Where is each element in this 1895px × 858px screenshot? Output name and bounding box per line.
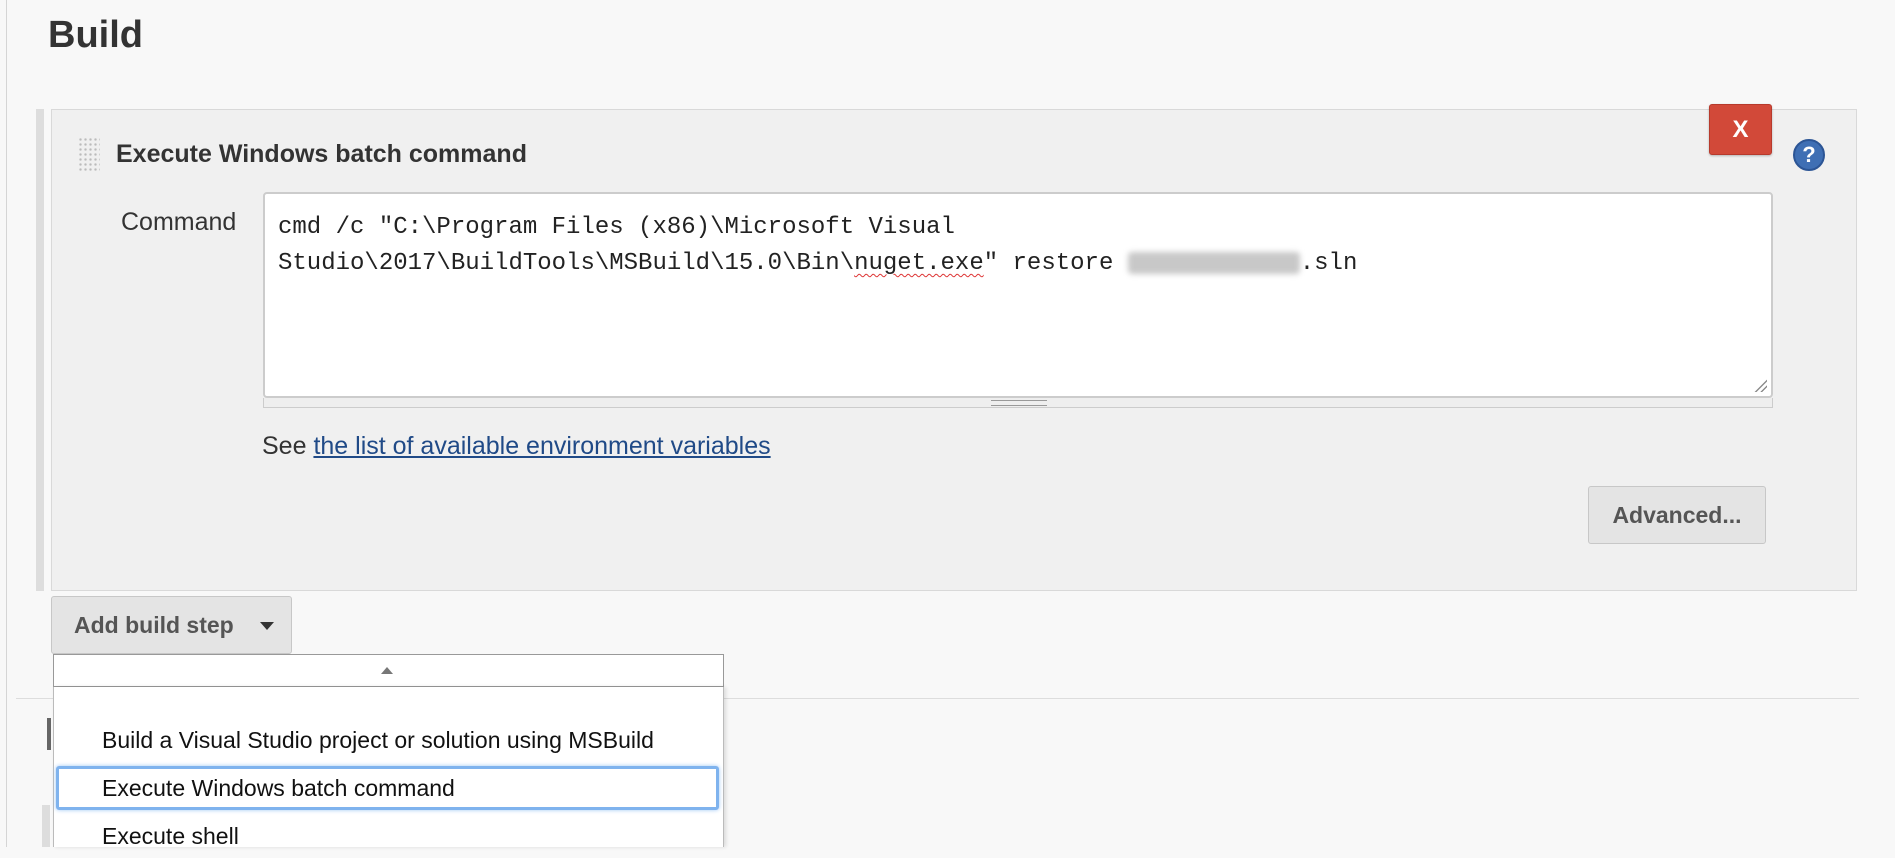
misspelled-word: nuget.exe	[854, 250, 984, 277]
env-vars-prefix: See	[262, 432, 314, 460]
env-vars-link[interactable]: the list of available environment variab…	[313, 432, 770, 460]
dropdown-item-batch-command[interactable]: Execute Windows batch command	[56, 766, 719, 810]
dropdown-item-shell[interactable]: Execute shell	[56, 814, 719, 858]
drag-handle-icon[interactable]	[78, 137, 100, 171]
resize-corner-icon[interactable]	[1753, 378, 1767, 392]
caret-down-icon	[260, 622, 274, 630]
obscured-indent-bar	[42, 805, 50, 847]
obscured-element	[47, 718, 51, 750]
command-textarea[interactable]: cmd /c "C:\Program Files (x86)\Microsoft…	[263, 192, 1773, 398]
scroll-up-arrow-icon	[381, 667, 393, 674]
dropdown-scroll-up[interactable]	[53, 654, 724, 687]
command-text: cmd /c "C:\Program Files (x86)\Microsoft…	[278, 210, 1758, 282]
advanced-button[interactable]: Advanced...	[1588, 486, 1766, 544]
command-line-1: cmd /c "C:\Program Files (x86)\Microsoft…	[278, 214, 955, 241]
section-title: Build	[48, 14, 143, 56]
command-line-2-start: Studio\2017\BuildTools\MSBuild\15.0\Bin\	[278, 250, 855, 277]
env-vars-hint: See the list of available environment va…	[262, 432, 771, 461]
command-line-2-end: .sln	[1299, 250, 1358, 277]
delete-step-button[interactable]: X	[1709, 104, 1772, 155]
dropdown-item-msbuild[interactable]: Build a Visual Studio project or solutio…	[56, 718, 719, 762]
build-step-title: Execute Windows batch command	[116, 140, 527, 168]
add-build-step-button[interactable]: Add build step	[51, 596, 292, 654]
add-build-step-label: Add build step	[74, 611, 234, 638]
help-icon[interactable]: ?	[1793, 139, 1825, 171]
command-line-2-mid: " restore	[983, 250, 1128, 277]
redacted-text	[1127, 251, 1300, 274]
textarea-grip-bar[interactable]	[263, 398, 1773, 408]
command-label: Command	[121, 208, 237, 236]
build-step-dropdown: Build a Visual Studio project or solutio…	[53, 687, 724, 849]
